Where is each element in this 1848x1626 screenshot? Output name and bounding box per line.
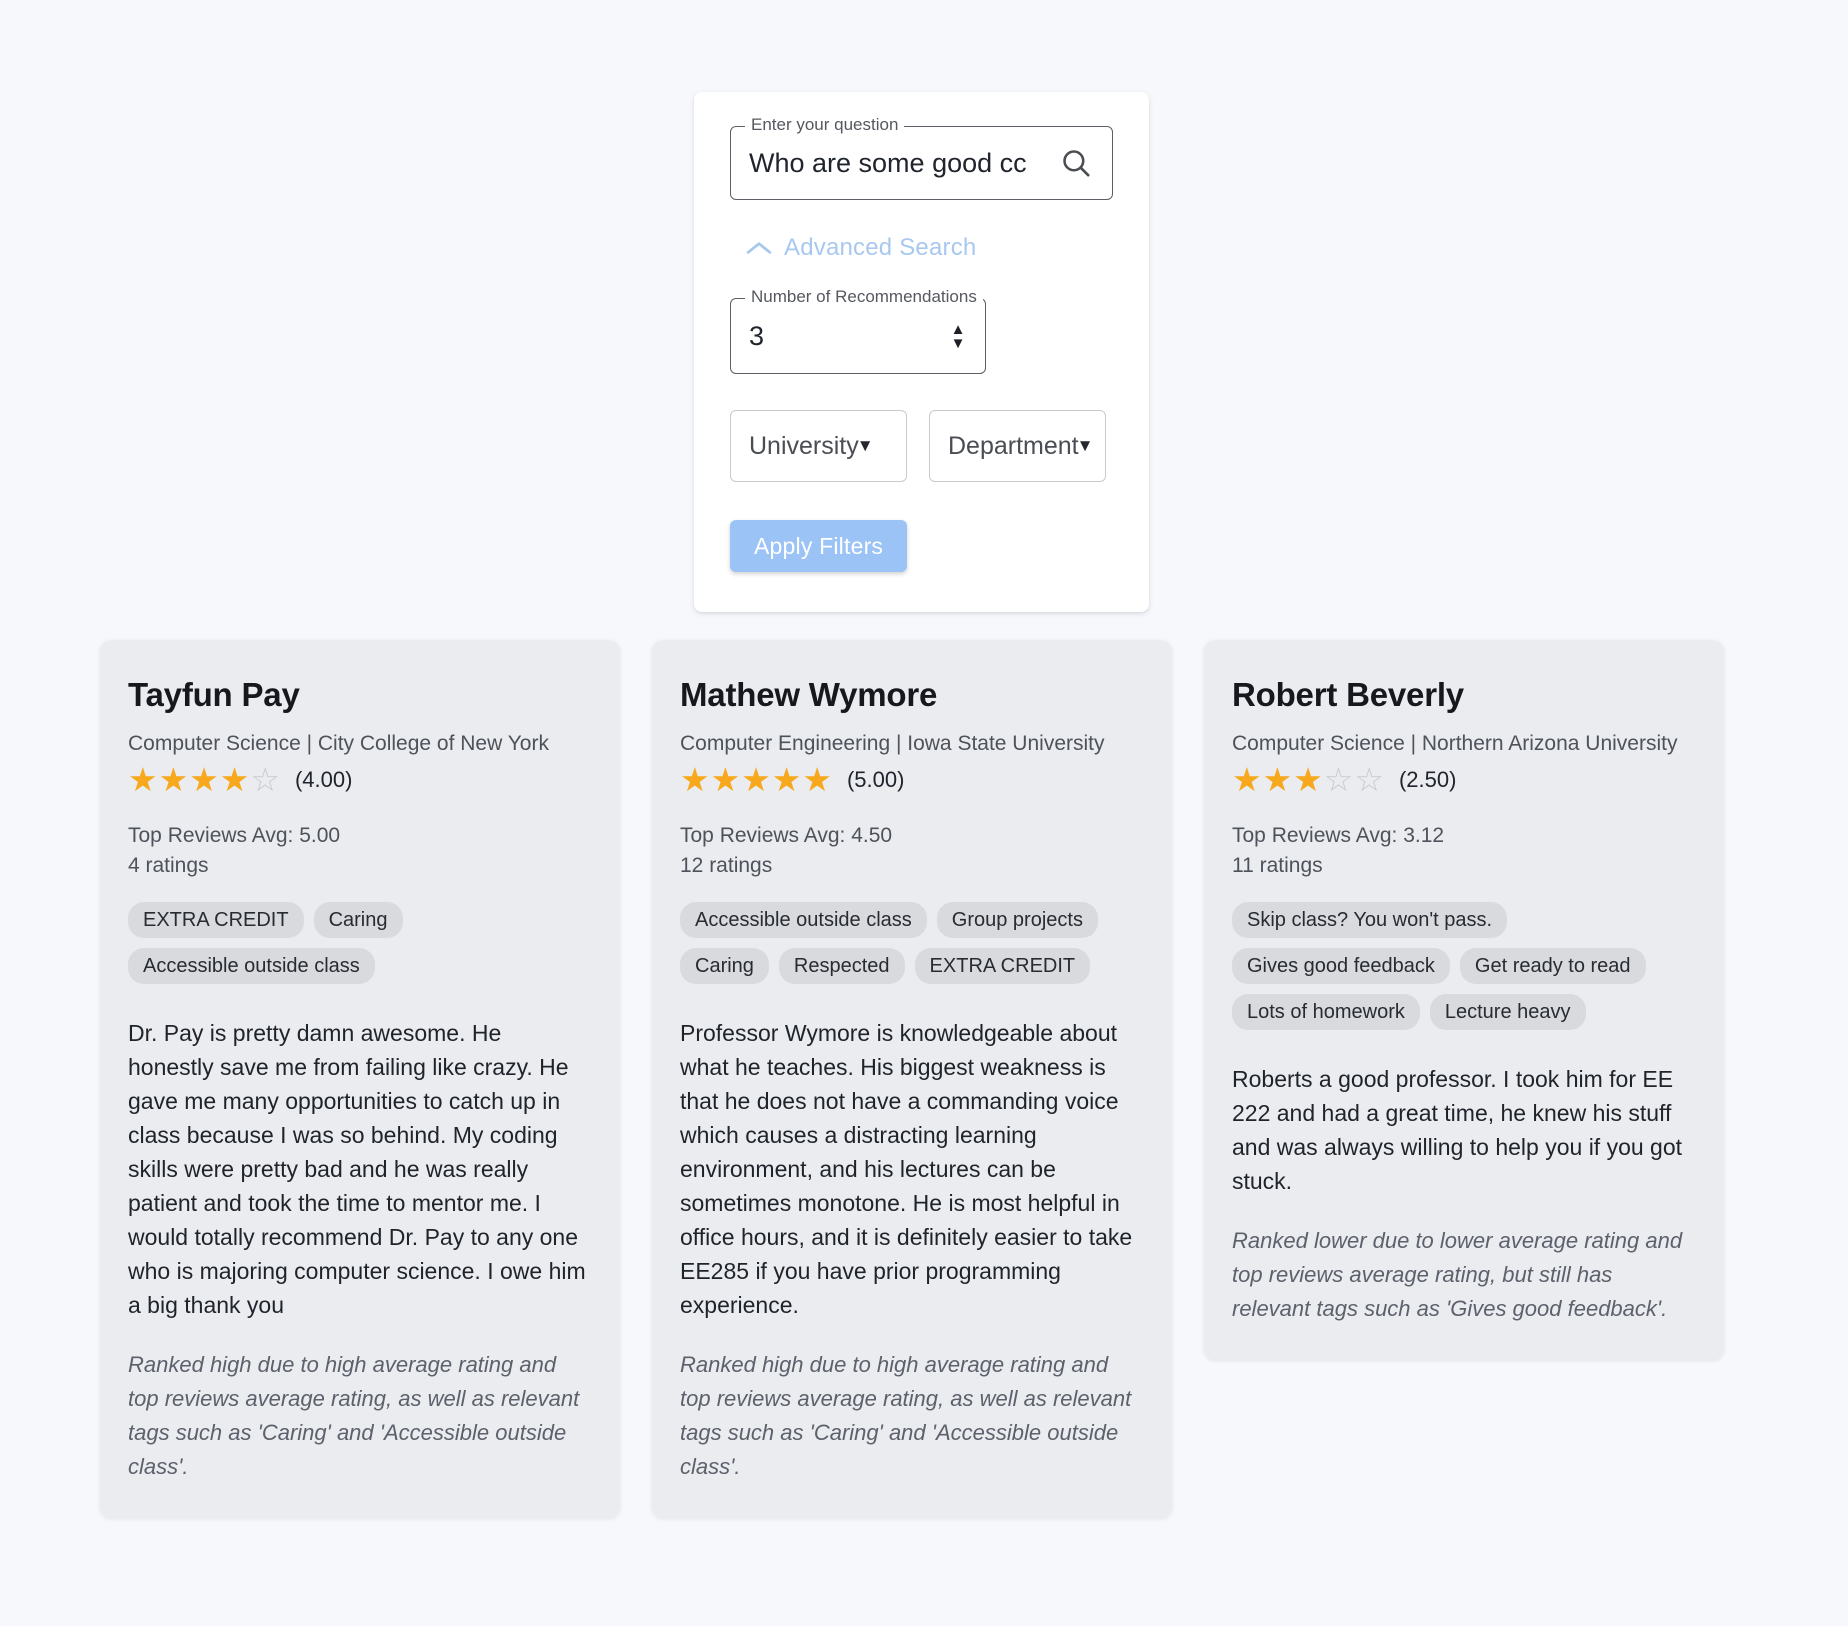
tag-chip[interactable]: Skip class? You won't pass. (1232, 902, 1508, 938)
ratings-count: 12 ratings (680, 854, 773, 877)
star-filled-icon: ★ (741, 761, 772, 798)
star-filled-icon: ★ (710, 761, 742, 798)
tag-list: EXTRA CREDIT Caring Accessible outside cla… (128, 902, 592, 984)
star-filled-icon: ★ (128, 761, 159, 798)
department-university: Computer Engineering | Iowa State Univer… (680, 732, 1105, 755)
professor-card: Robert Beverly Computer Science | Norther… (1204, 640, 1724, 1360)
department-select-label: Department (948, 431, 1079, 460)
search-panel: Enter your question Advanced Search Numb… (694, 92, 1149, 612)
star-filled-icon: ★ (1232, 761, 1263, 798)
department-university: Computer Science | City College of New Y… (128, 732, 549, 755)
tag-chip[interactable]: Caring (680, 948, 769, 984)
question-field-legend: Enter your question (745, 116, 905, 133)
professor-name: Tayfun Pay (128, 676, 300, 713)
recommendations-field-legend: Number of Recommendations (745, 288, 983, 305)
rating-value: (2.50) (1398, 767, 1457, 792)
star-rating: ★ ★ ★ ★ ★ (5.00) (680, 762, 1144, 798)
review-text: Roberts a good professor. I took him for… (1232, 1066, 1683, 1194)
tag-chip[interactable]: Accessible outside class (128, 948, 375, 984)
chevron-down-icon[interactable]: ▼ (951, 336, 966, 351)
chevron-up-icon[interactable]: ▲ (951, 322, 966, 337)
star-rating: ★ ★ ★ ☆ ☆ (2.50) (1232, 762, 1696, 798)
tag-chip[interactable]: EXTRA CREDIT (914, 948, 1091, 984)
professor-card: Mathew Wymore Computer Engineering | Iowa… (652, 640, 1172, 1518)
star-filled-icon: ★ (771, 761, 803, 798)
tag-chip[interactable]: EXTRA CREDIT (128, 902, 304, 938)
rating-value: (5.00) (846, 767, 905, 792)
question-field[interactable]: Enter your question (730, 116, 1113, 200)
ranking-explanation: Ranked high due to high average rating a… (128, 1352, 580, 1479)
star-rating: ★ ★ ★ ★ ☆ (4.00) (128, 762, 592, 798)
star-filled-icon: ★ (158, 761, 190, 798)
filters-row: University ▼ Department ▼ (730, 410, 1113, 482)
recommendations-field[interactable]: Number of Recommendations ▲ ▼ (730, 288, 986, 374)
ratings-count: 4 ratings (128, 854, 209, 877)
star-empty-icon: ☆ (1354, 761, 1385, 798)
star-filled-icon: ★ (219, 761, 251, 798)
caret-down-icon: ▼ (856, 436, 874, 455)
chevron-up-icon (746, 240, 772, 256)
star-filled-icon: ★ (1293, 761, 1324, 798)
apply-filters-button[interactable]: Apply Filters (730, 520, 908, 572)
ratings-count: 11 ratings (1232, 854, 1323, 877)
star-filled-icon: ★ (802, 761, 833, 798)
tag-chip[interactable]: Respected (778, 948, 905, 984)
professor-card: Tayfun Pay Computer Science | City Colleg… (100, 640, 620, 1518)
quantity-stepper[interactable]: ▲ ▼ (945, 322, 971, 351)
professor-name: Robert Beverly (1232, 676, 1464, 713)
tag-chip[interactable]: Lecture heavy (1429, 994, 1586, 1030)
star-filled-icon: ★ (1262, 761, 1294, 798)
caret-down-icon: ▼ (1076, 436, 1094, 455)
university-select-label: University (749, 431, 859, 460)
review-text: Dr. Pay is pretty damn awesome. He hones… (128, 1020, 586, 1318)
department-university: Computer Science | Northern Arizona Univ… (1232, 732, 1678, 755)
tag-chip[interactable]: Lots of homework (1232, 994, 1420, 1030)
review-text: Professor Wymore is knowledgeable about … (680, 1020, 1133, 1318)
department-select[interactable]: Department ▼ (929, 410, 1106, 482)
ranking-explanation: Ranked lower due to lower average rating… (1232, 1228, 1683, 1321)
star-empty-icon: ☆ (1323, 761, 1355, 798)
results-list: Tayfun Pay Computer Science | City Colleg… (100, 640, 1752, 1518)
advanced-search-label: Advanced Search (784, 234, 977, 261)
star-empty-icon: ☆ (250, 761, 281, 798)
rating-value: (4.00) (294, 767, 353, 792)
search-input[interactable] (749, 147, 1054, 179)
top-reviews-average: Top Reviews Avg: 5.00 (128, 824, 341, 847)
recommendations-input[interactable] (749, 320, 945, 352)
tag-chip[interactable]: Accessible outside class (680, 902, 927, 938)
professor-name: Mathew Wymore (680, 676, 938, 713)
tag-list: Skip class? You won't pass. Gives good fe… (1232, 902, 1696, 1030)
star-filled-icon: ★ (189, 761, 220, 798)
top-reviews-average: Top Reviews Avg: 3.12 (1232, 824, 1445, 847)
tag-chip[interactable]: Group projects (936, 902, 1098, 938)
search-icon[interactable] (1054, 141, 1098, 185)
star-filled-icon: ★ (680, 761, 711, 798)
advanced-search-toggle[interactable]: Advanced Search (746, 234, 976, 262)
tag-chip[interactable]: Caring (313, 902, 403, 938)
tag-list: Accessible outside class Group projects Ca… (680, 902, 1144, 984)
tag-chip[interactable]: Gives good feedback (1232, 948, 1450, 984)
top-reviews-average: Top Reviews Avg: 4.50 (680, 824, 893, 847)
tag-chip[interactable]: Get ready to read (1459, 948, 1646, 984)
ranking-explanation: Ranked high due to high average rating a… (680, 1352, 1132, 1479)
university-select[interactable]: University ▼ (730, 410, 907, 482)
